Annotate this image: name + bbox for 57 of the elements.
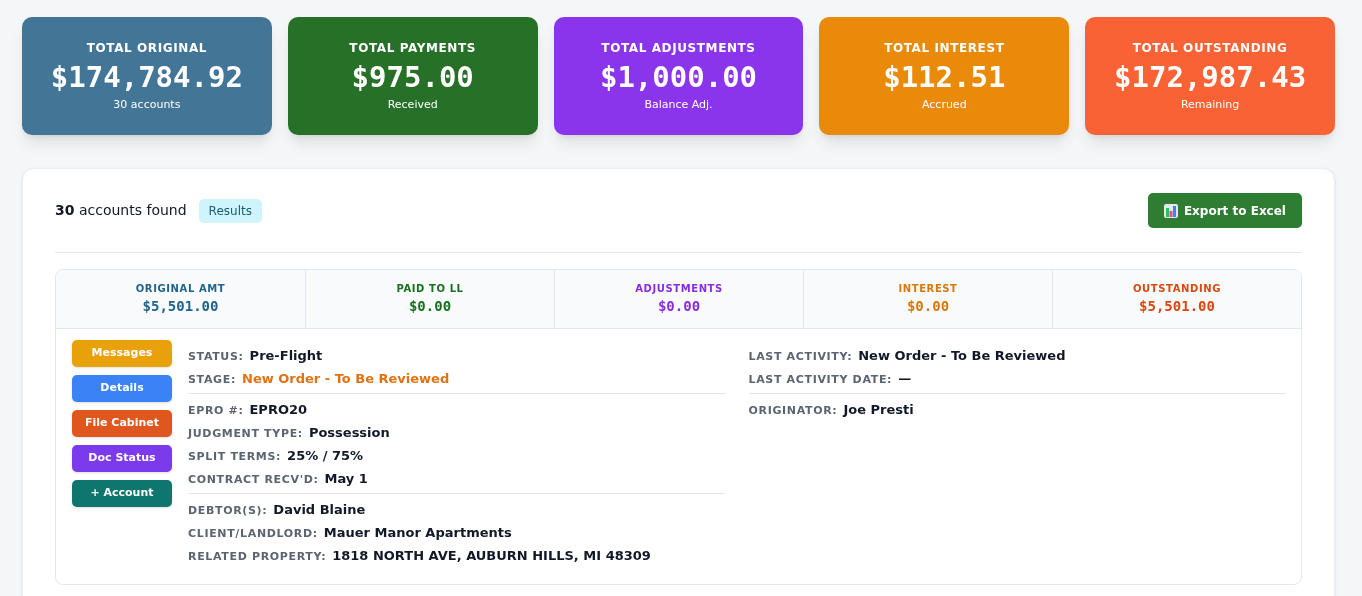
card-caption: 30 accounts [113,96,181,113]
metric-label: INTEREST [898,282,958,296]
field-label: LAST ACTIVITY DATE: [748,372,893,388]
metric-value: $0.00 [408,297,452,316]
metric-value: $5,501.00 [1139,297,1215,316]
card-caption: Balance Adj. [644,96,713,113]
metric-value: $5,501.00 [142,297,219,316]
field-value: Mauer Manor Apartments [323,524,512,542]
bar-chart-icon [1163,203,1178,218]
card-value: $975.00 [351,58,474,96]
field-value: 25% / 75% [287,447,364,465]
field-label: STAGE: [188,372,236,388]
field-label: SPLIT TERMS: [188,449,282,465]
card-title: TOTAL INTEREST [884,39,1005,57]
action-button[interactable]: File Cabinet [72,410,172,437]
metric-label: ADJUSTMENTS [635,282,723,296]
field-value: New Order - To Be Reviewed [858,347,1066,365]
field-label: RELATED PROPERTY: [188,549,327,565]
action-button[interactable]: + Account [72,480,172,507]
action-button[interactable]: Details [72,375,172,402]
action-button[interactable]: Doc Status [72,445,172,472]
metric-value: $0.00 [657,297,701,316]
metric-value: $0.00 [906,297,950,316]
field-label: JUDGMENT TYPE: [188,426,303,442]
field-label: ORIGINATOR: [748,403,838,419]
card-value: $112.51 [883,58,1006,96]
field-value: Possession [308,424,390,442]
card-title: TOTAL ORIGINAL [86,39,208,57]
results-badge: Results [198,198,262,223]
card-title: TOTAL OUTSTANDING [1132,39,1288,57]
field-value: David Blaine [273,501,366,519]
field-label: DEBTOR(S): [188,503,268,519]
field-label: STATUS: [188,349,244,365]
field-value: 1818 NORTH AVE, AUBURN HILLS, MI 48309 [332,547,651,565]
field-label: CLIENT/LANDLORD: [188,526,318,542]
card-value: $172,987.43 [1114,58,1307,96]
card-title: TOTAL PAYMENTS [349,39,477,57]
field-value: New Order - To Be Reviewed [242,370,450,388]
field-label: CONTRACT RECV'D: [188,472,319,488]
card-caption: Received [387,96,438,113]
field-label: EPRO #: [188,403,244,419]
field-value: — [898,370,912,388]
field-label: LAST ACTIVITY: [748,349,853,365]
card-title: TOTAL ADJUSTMENTS [601,39,756,57]
card-caption: Accrued [921,96,967,113]
field-value: May 1 [324,470,368,488]
field-value: EPRO20 [249,401,308,419]
card-value: $174,784.92 [50,58,243,96]
export-button[interactable]: Export to Excel [1147,193,1302,228]
metric-label: PAID TO LL [396,282,464,296]
field-value: Joe Presti [843,401,914,419]
field-value: Pre-Flight [249,347,323,365]
card-value: $1,000.00 [599,58,758,96]
results-count: 30 accounts found [55,201,187,220]
card-caption: Remaining [1180,96,1240,113]
metric-label: ORIGINAL AMT [135,282,226,296]
metric-label: OUTSTANDING [1133,282,1221,296]
